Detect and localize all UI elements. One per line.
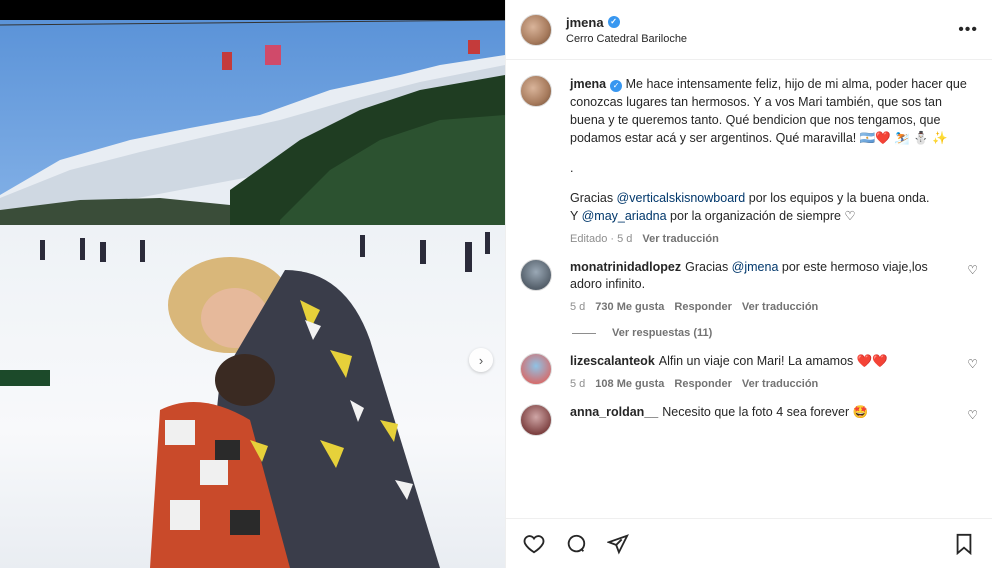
comment-age: 5 d [570,301,586,313]
post-photo[interactable]: › [0,20,505,568]
caption-thanks: Gracias @verticalskisnowboard por los eq… [570,191,930,205]
see-translation-link[interactable]: Ver traducción [642,233,718,245]
heart-icon[interactable] [522,532,546,556]
more-icon[interactable]: ••• [958,21,978,39]
heart-icon[interactable]: ♡ [967,357,978,371]
translate-link[interactable]: Ver traducción [742,301,818,313]
author-avatar[interactable] [520,75,552,107]
author-avatar[interactable] [520,13,552,46]
verified-icon: ✓ [610,80,623,92]
caption-text: Me hace intensamente feliz, hijo de mi a… [570,77,967,145]
heart-icon[interactable]: ♡ [967,408,978,422]
commenter-avatar[interactable] [520,259,552,291]
comment-icon[interactable] [564,532,588,556]
photo-people [0,232,490,568]
view-replies-button[interactable]: Ver respuestas (11) [572,327,978,339]
caption-dot: . [570,161,574,175]
comment-likes[interactable]: 730 Me gusta [595,301,664,313]
reply-button[interactable]: Responder [674,378,731,390]
post-header: jmena ✓ Cerro Catedral Bariloche ••• [506,0,992,60]
post-photo-panel: › [0,0,505,568]
caption: jmena ✓ Me hace intensamente feliz, hijo … [520,75,978,245]
comment-age: 5 d [570,378,586,390]
translate-link[interactable]: Ver traducción [742,378,818,390]
post-location[interactable]: Cerro Catedral Bariloche [566,33,687,45]
share-icon[interactable] [606,532,630,556]
comment-item: anna_roldan__ Necesito que la foto 4 sea … [520,404,978,436]
next-photo-button[interactable]: › [469,348,493,372]
comment-likes[interactable]: 108 Me gusta [595,378,664,390]
commenter-avatar[interactable] [520,404,552,436]
heart-icon[interactable]: ♡ [967,263,978,277]
caption-org: Y @may_ariadna por la organización de si… [570,209,856,223]
next-arrow-icon: › [478,352,484,368]
edited-label: Editado · 5 d [570,233,633,245]
commenter-avatar[interactable] [520,353,552,385]
action-bar [506,518,992,568]
comments-section: jmena ✓ Me hace intensamente feliz, hijo … [506,61,992,518]
verified-icon: ✓ [607,16,620,28]
comment-item: lizescalanteok Alfin un viaje con Mari! L… [520,353,978,390]
post-sidebar: jmena ✓ Cerro Catedral Bariloche ••• jme… [505,0,992,568]
caption-username[interactable]: jmena [570,77,606,91]
commenter-username[interactable]: monatrinidadlopez [570,260,681,274]
mention-link[interactable]: @jmena [732,260,779,274]
comment-item: monatrinidadlopez Gracias @jmena por este… [520,259,978,313]
mention-link[interactable]: @verticalskisnowboard [617,191,746,205]
reply-button[interactable]: Responder [674,301,731,313]
save-icon[interactable] [952,532,976,556]
mention-link[interactable]: @may_ariadna [582,209,667,223]
commenter-username[interactable]: lizescalanteok [570,354,655,368]
author-username[interactable]: jmena [566,15,604,30]
commenter-username[interactable]: anna_roldan__ [570,405,658,419]
